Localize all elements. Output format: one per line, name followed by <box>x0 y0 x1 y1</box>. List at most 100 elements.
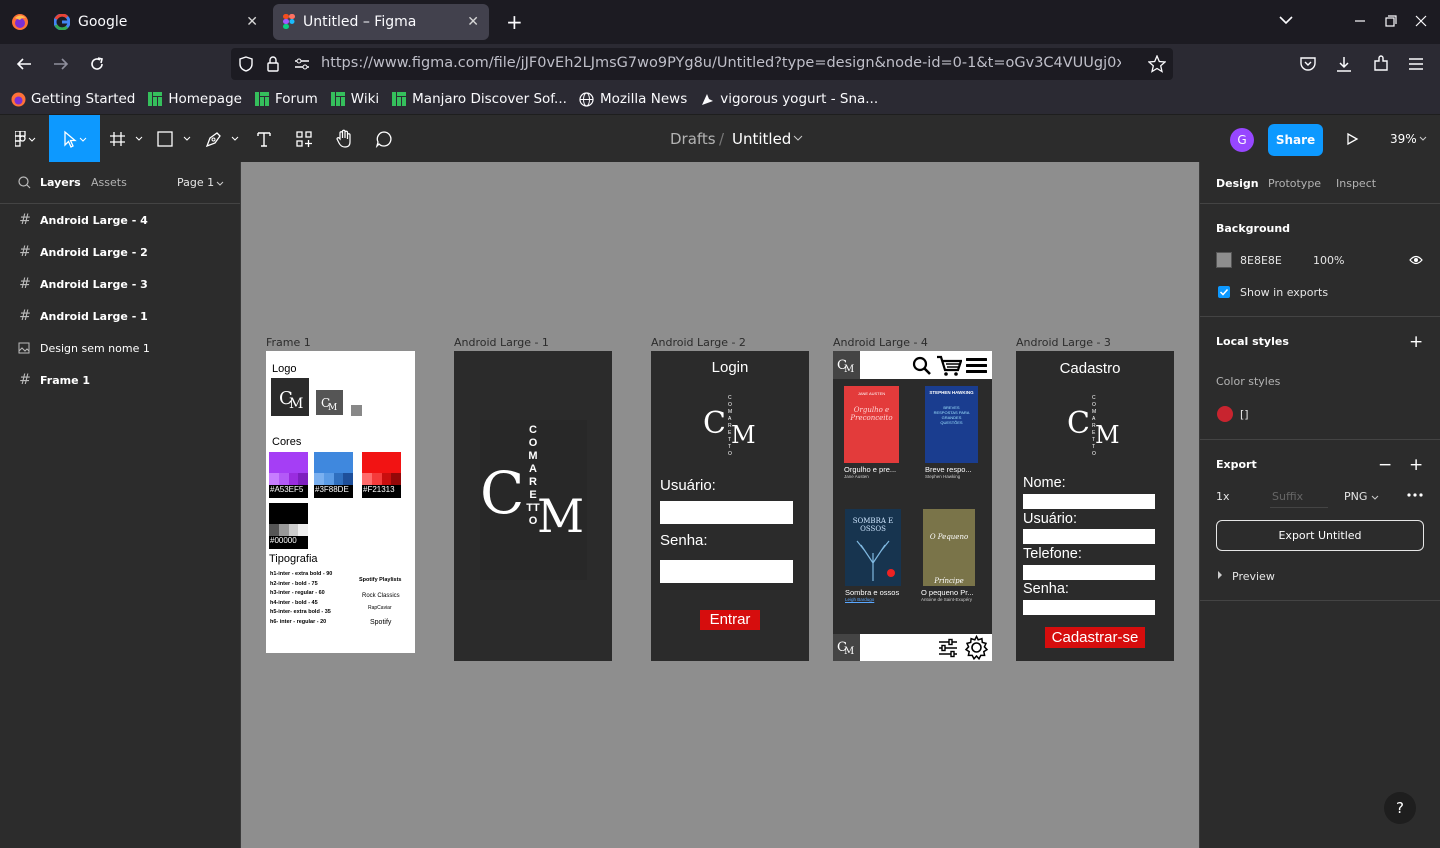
zoom-level[interactable]: 39% <box>1390 132 1417 146</box>
breadcrumb-drafts[interactable]: Drafts <box>670 130 716 148</box>
forward-icon[interactable] <box>52 56 70 72</box>
settings-gear-icon[interactable] <box>964 635 989 660</box>
book-cover-1[interactable]: JANE AUSTEN Orgulho e Preconceito <box>844 386 899 463</box>
frame-label[interactable]: Android Large - 3 <box>1016 336 1111 349</box>
new-tab-icon[interactable]: + <box>506 10 523 34</box>
url-text[interactable]: https://www.figma.com/file/jJF0vEh2LJmsG… <box>321 55 1121 71</box>
avatar[interactable]: G <box>1230 128 1254 152</box>
layer-android-large-2[interactable]: # Android Large - 2 <box>0 236 240 268</box>
frame-label[interactable]: Android Large - 1 <box>454 336 549 349</box>
more-options-icon[interactable] <box>1407 493 1423 497</box>
url-bar[interactable]: https://www.figma.com/file/jJF0vEh2LJmsG… <box>231 48 1173 80</box>
window-close-icon[interactable] <box>1414 14 1428 28</box>
pocket-icon[interactable] <box>1299 56 1317 72</box>
frame-tool-button[interactable] <box>106 115 146 163</box>
color-style-swatch[interactable] <box>1217 406 1233 422</box>
tab-layers[interactable]: Layers <box>40 176 81 189</box>
layer-android-large-4[interactable]: # Android Large - 4 <box>0 204 240 236</box>
chevron-down-icon[interactable] <box>793 134 803 142</box>
tab-assets[interactable]: Assets <box>91 176 127 189</box>
hand-tool-button[interactable] <box>330 115 358 163</box>
background-color-swatch[interactable] <box>1216 252 1232 268</box>
login-button[interactable]: Entrar <box>700 610 760 630</box>
bookmark-mozilla-news[interactable]: Mozilla News <box>579 91 687 107</box>
minimize-icon[interactable] <box>1353 14 1367 28</box>
background-hex[interactable]: 8E8E8E <box>1240 254 1282 267</box>
chevron-down-icon[interactable] <box>1371 495 1379 501</box>
export-scale[interactable]: 1x <box>1216 490 1230 503</box>
shape-tool-button[interactable] <box>154 115 194 163</box>
show-in-exports-checkbox[interactable] <box>1218 286 1230 298</box>
hamburger-menu-icon[interactable] <box>966 357 987 374</box>
frame-label[interactable]: Android Large - 4 <box>833 336 928 349</box>
tab-inspect[interactable]: Inspect <box>1336 177 1376 190</box>
bookmark-vigorous-yogurt[interactable]: vigorous yogurt - Sna... <box>699 91 878 107</box>
frame-android-large-3[interactable]: Cadastro CMCOMARETTO Nome: Usuário: Tele… <box>1016 351 1174 661</box>
export-suffix-input[interactable]: Suffix <box>1270 484 1328 508</box>
file-name[interactable]: Untitled <box>732 130 791 148</box>
layer-android-large-3[interactable]: # Android Large - 3 <box>0 268 240 300</box>
search-icon[interactable] <box>18 176 31 189</box>
lock-icon[interactable] <box>266 56 280 72</box>
reload-icon[interactable] <box>88 55 106 73</box>
permissions-icon[interactable] <box>294 57 310 71</box>
signup-user-input[interactable] <box>1023 529 1155 544</box>
pen-tool-button[interactable] <box>202 115 242 163</box>
preview-toggle[interactable]: Preview <box>1232 570 1275 583</box>
user-input[interactable] <box>660 501 793 524</box>
text-tool-button[interactable] <box>250 115 278 163</box>
resources-button[interactable] <box>290 115 318 163</box>
tab-figma[interactable]: Untitled – Figma ✕ <box>273 4 489 40</box>
move-tool-button[interactable] <box>49 115 100 163</box>
page-selector[interactable]: Page 1 <box>177 176 214 189</box>
layer-design-sem-nome-1[interactable]: Design sem nome 1 <box>0 332 240 364</box>
bookmark-forum[interactable]: Forum <box>254 91 318 107</box>
shield-icon[interactable] <box>239 56 253 72</box>
chevron-down-icon[interactable] <box>1419 136 1427 142</box>
help-button[interactable]: ? <box>1384 792 1416 824</box>
tab-design[interactable]: Design <box>1216 177 1259 190</box>
frame-android-large-4[interactable]: CM JANE AUSTEN Orgulho e Preconceito Org… <box>833 351 992 661</box>
search-icon[interactable] <box>912 356 931 375</box>
frame-android-large-1[interactable]: CM COMARETTO <box>454 351 612 661</box>
password-input[interactable] <box>660 560 793 583</box>
book-cover-2[interactable]: STEPHEN HAWKING BREVES RESPOSTAS PARA GR… <box>925 386 978 463</box>
cart-icon[interactable] <box>936 355 962 376</box>
frame-label[interactable]: Android Large - 2 <box>651 336 746 349</box>
add-style-icon[interactable]: + <box>1409 332 1423 352</box>
share-button[interactable]: Share <box>1268 124 1323 156</box>
remove-export-icon[interactable]: − <box>1378 455 1392 475</box>
maximize-icon[interactable] <box>1384 14 1398 28</box>
layer-android-large-1[interactable]: # Android Large - 1 <box>0 300 240 332</box>
present-icon[interactable] <box>1345 132 1359 146</box>
close-icon[interactable]: ✕ <box>467 14 479 30</box>
export-format[interactable]: PNG <box>1344 490 1367 503</box>
eye-icon[interactable] <box>1409 255 1423 265</box>
color-style-name[interactable]: [] <box>1240 408 1249 421</box>
bookmark-star-icon[interactable] <box>1148 55 1166 73</box>
main-menu-button[interactable] <box>6 115 46 163</box>
book-cover-3[interactable]: SOMBRA E OSSOS <box>845 509 901 586</box>
phone-input[interactable] <box>1023 565 1155 580</box>
bookmark-getting-started[interactable]: Getting Started <box>10 91 135 107</box>
close-icon[interactable]: ✕ <box>246 14 258 30</box>
back-icon[interactable] <box>15 56 33 72</box>
frame-android-large-2[interactable]: Login CMCOMARETTO Usuário: Senha: Entrar <box>651 351 809 661</box>
chevron-down-icon[interactable] <box>1278 12 1294 28</box>
export-button[interactable]: Export Untitled <box>1216 520 1424 551</box>
name-input[interactable] <box>1023 494 1155 509</box>
tab-google[interactable]: Google ✕ <box>44 4 268 40</box>
firefox-menu-icon[interactable] <box>11 13 29 31</box>
frame-label[interactable]: Frame 1 <box>266 336 311 349</box>
add-export-icon[interactable]: + <box>1409 455 1423 475</box>
frame-style-guide[interactable]: Logo CM CM Cores #A53EF5 #3F88DE #F21313… <box>266 351 415 653</box>
extensions-icon[interactable] <box>1372 55 1390 73</box>
tab-prototype[interactable]: Prototype <box>1268 177 1321 190</box>
downloads-icon[interactable] <box>1335 55 1353 73</box>
design-canvas[interactable]: Frame 1 Android Large - 1 Android Large … <box>241 162 1199 848</box>
bookmark-wiki[interactable]: Wiki <box>330 91 379 107</box>
book-cover-4[interactable]: O Pequeno Príncipe <box>923 509 975 586</box>
hamburger-menu-icon[interactable] <box>1408 56 1424 72</box>
layer-frame-1[interactable]: # Frame 1 <box>0 364 240 396</box>
background-opacity[interactable]: 100% <box>1313 254 1344 267</box>
